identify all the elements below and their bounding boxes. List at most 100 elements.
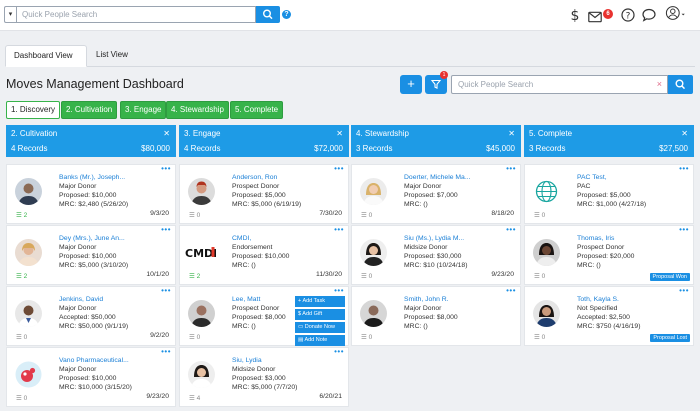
more-dots-icon[interactable]: ••• bbox=[334, 226, 344, 234]
donor-card[interactable]: ••• PAC Test, PAC Proposed: $5,000 MRC: … bbox=[524, 164, 694, 224]
more-dots-icon[interactable]: ••• bbox=[161, 226, 171, 234]
donate-now-menu-item[interactable]: ▭ Donate Now bbox=[295, 322, 345, 333]
close-icon[interactable]: ✕ bbox=[681, 129, 688, 138]
more-dots-icon[interactable]: ••• bbox=[679, 287, 689, 295]
search-scope-dropdown[interactable]: ▾ bbox=[4, 6, 16, 23]
more-dots-icon[interactable]: ••• bbox=[334, 348, 344, 356]
add-gift-menu-item[interactable]: $ Add Gift bbox=[295, 309, 345, 320]
task-count[interactable]: ☰ 2 bbox=[16, 211, 27, 219]
chat-icon[interactable] bbox=[642, 7, 656, 23]
donor-name-link[interactable]: Smith, John R. bbox=[404, 296, 449, 303]
donor-name-link[interactable]: Jenkins, David bbox=[59, 296, 103, 303]
task-count[interactable]: ☰ 0 bbox=[189, 333, 200, 341]
clear-search-icon[interactable]: × bbox=[657, 76, 662, 93]
user-icon[interactable] bbox=[663, 5, 689, 21]
svg-text:$: $ bbox=[571, 8, 580, 23]
dashboard-search-input[interactable]: Quick People Search × bbox=[451, 75, 668, 94]
column-total: $45,000 bbox=[486, 144, 515, 153]
more-dots-icon[interactable]: ••• bbox=[679, 226, 689, 234]
avatar bbox=[15, 178, 42, 205]
donor-name-link[interactable]: Lee, Matt bbox=[232, 296, 260, 303]
donor-mrc: MRC: $10,000 (3/15/20) bbox=[59, 384, 132, 391]
help-icon[interactable]: ? bbox=[282, 10, 291, 19]
donor-card[interactable]: ••• Siu (Ms.), Lydia M... Midsize Donor … bbox=[351, 225, 521, 285]
donor-card[interactable]: ••• Smith, John R. Major Donor Proposed:… bbox=[351, 286, 521, 346]
more-dots-icon[interactable]: ••• bbox=[161, 348, 171, 356]
donor-card[interactable]: ••• Toth, Kayla S. Not Specified Accepte… bbox=[524, 286, 694, 346]
task-count[interactable]: ☰ 0 bbox=[361, 211, 372, 219]
donor-amount: Proposed: $8,000 bbox=[232, 314, 286, 321]
task-count[interactable]: ☰ 0 bbox=[189, 211, 200, 219]
add-task-menu-item[interactable]: + Add Task bbox=[295, 296, 345, 307]
more-dots-icon[interactable]: ••• bbox=[161, 165, 171, 173]
task-count[interactable]: ☰ 0 bbox=[361, 272, 372, 280]
task-count[interactable]: ☰ 0 bbox=[534, 333, 545, 341]
donor-name-link[interactable]: Dey (Mrs.), June An... bbox=[59, 235, 125, 242]
task-count[interactable]: ☰ 0 bbox=[16, 333, 27, 341]
question-icon[interactable]: ? bbox=[621, 7, 635, 23]
donor-amount: Accepted: $2,500 bbox=[577, 314, 630, 321]
donor-card[interactable]: ••• Dey (Mrs.), June An... Major Donor P… bbox=[6, 225, 176, 285]
more-dots-icon[interactable]: ••• bbox=[506, 165, 516, 173]
more-dots-icon[interactable]: ••• bbox=[161, 287, 171, 295]
task-count[interactable]: ☰ 0 bbox=[534, 211, 545, 219]
menu-label: Add Task bbox=[302, 298, 325, 304]
pac-globe-icon bbox=[533, 178, 560, 205]
donor-name-link[interactable]: PAC Test, bbox=[577, 174, 607, 181]
donor-card[interactable]: ••• Vano Pharmaceutical... Major Donor P… bbox=[6, 347, 176, 407]
dollar-icon[interactable]: $ bbox=[569, 7, 581, 23]
donor-name-link[interactable]: Banks (Mr.), Joseph... bbox=[59, 174, 125, 181]
add-note-menu-item[interactable]: ▤ Add Note bbox=[295, 335, 345, 346]
mail-icon[interactable] bbox=[588, 9, 602, 25]
donor-card[interactable]: ••• Banks (Mr.), Joseph... Major Donor P… bbox=[6, 164, 176, 224]
donor-mrc: MRC: () bbox=[577, 262, 601, 269]
donor-name-link[interactable]: Thomas, Iris bbox=[577, 235, 614, 242]
task-count[interactable]: ☰ 0 bbox=[16, 394, 27, 402]
stage-pill-engage[interactable]: 3. Engage bbox=[120, 101, 167, 119]
donor-name-link[interactable]: Siu (Ms.), Lydia M... bbox=[404, 235, 464, 242]
donor-amount: Proposed: $10,000 bbox=[59, 192, 117, 199]
close-icon[interactable]: ✕ bbox=[163, 129, 170, 138]
donor-name-link[interactable]: Toth, Kayla S. bbox=[577, 296, 619, 303]
tab-list-view[interactable]: List View bbox=[88, 45, 144, 67]
donor-card[interactable]: ••• Siu, Lydia Midsize Donor Proposed: $… bbox=[179, 347, 349, 407]
donor-type: PAC bbox=[577, 183, 591, 190]
stage-pill-cultivation[interactable]: 2. Cultivation bbox=[61, 101, 118, 119]
more-dots-icon[interactable]: ••• bbox=[334, 287, 344, 295]
task-count[interactable]: ☰ 4 bbox=[189, 394, 200, 402]
donor-name-link[interactable]: Vano Pharmaceutical... bbox=[59, 357, 129, 364]
stage-pill-complete[interactable]: 5. Complete bbox=[230, 101, 284, 119]
add-button[interactable]: + bbox=[400, 75, 422, 94]
dropdown-caret-icon: ▾ bbox=[8, 11, 13, 18]
donor-card[interactable]: ••• Anderson, Ron Prospect Donor Propose… bbox=[179, 164, 349, 224]
donor-name-link[interactable]: Anderson, Ron bbox=[232, 174, 277, 181]
column-record-count: 4 Records bbox=[184, 144, 221, 153]
more-dots-icon[interactable]: ••• bbox=[334, 165, 344, 173]
donor-card[interactable]: ••• Jenkins, David Major Donor Accepted:… bbox=[6, 286, 176, 346]
task-count[interactable]: ☰ 2 bbox=[16, 272, 27, 280]
more-dots-icon[interactable]: ••• bbox=[506, 287, 516, 295]
more-dots-icon[interactable]: ••• bbox=[506, 226, 516, 234]
task-count[interactable]: ☰ 0 bbox=[534, 272, 545, 280]
donor-card[interactable]: ••• Doerter, Michele Ma... Major Donor P… bbox=[351, 164, 521, 224]
avatar bbox=[533, 300, 560, 327]
tab-dashboard-view[interactable]: Dashboard View bbox=[5, 45, 87, 67]
stage-pill-discovery[interactable]: 1. Discovery bbox=[6, 101, 61, 119]
dashboard-search-button[interactable] bbox=[668, 75, 693, 94]
task-count[interactable]: ☰ 0 bbox=[361, 333, 372, 341]
task-count[interactable]: ☰ 2 bbox=[189, 272, 200, 280]
status-badge: Proposal Lost bbox=[650, 334, 690, 342]
top-search-input[interactable]: Quick People Search bbox=[16, 6, 256, 23]
donor-name-link[interactable]: Siu, Lydia bbox=[232, 357, 262, 364]
donor-mrc: MRC: () bbox=[404, 323, 428, 330]
column-record-count: 3 Records bbox=[529, 144, 566, 153]
donor-name-link[interactable]: CMDI, bbox=[232, 235, 251, 242]
donor-card[interactable]: ••• CMDI CMDI, Endorsement Proposed: $10… bbox=[179, 225, 349, 285]
close-icon[interactable]: ✕ bbox=[508, 129, 515, 138]
top-search-button[interactable] bbox=[256, 6, 280, 23]
more-dots-icon[interactable]: ••• bbox=[679, 165, 689, 173]
donor-name-link[interactable]: Doerter, Michele Ma... bbox=[404, 174, 470, 181]
stage-pill-stewardship[interactable]: 4. Stewardship bbox=[166, 101, 229, 119]
close-icon[interactable]: ✕ bbox=[336, 129, 343, 138]
donor-card[interactable]: ••• Thomas, Iris Prospect Donor Proposed… bbox=[524, 225, 694, 285]
